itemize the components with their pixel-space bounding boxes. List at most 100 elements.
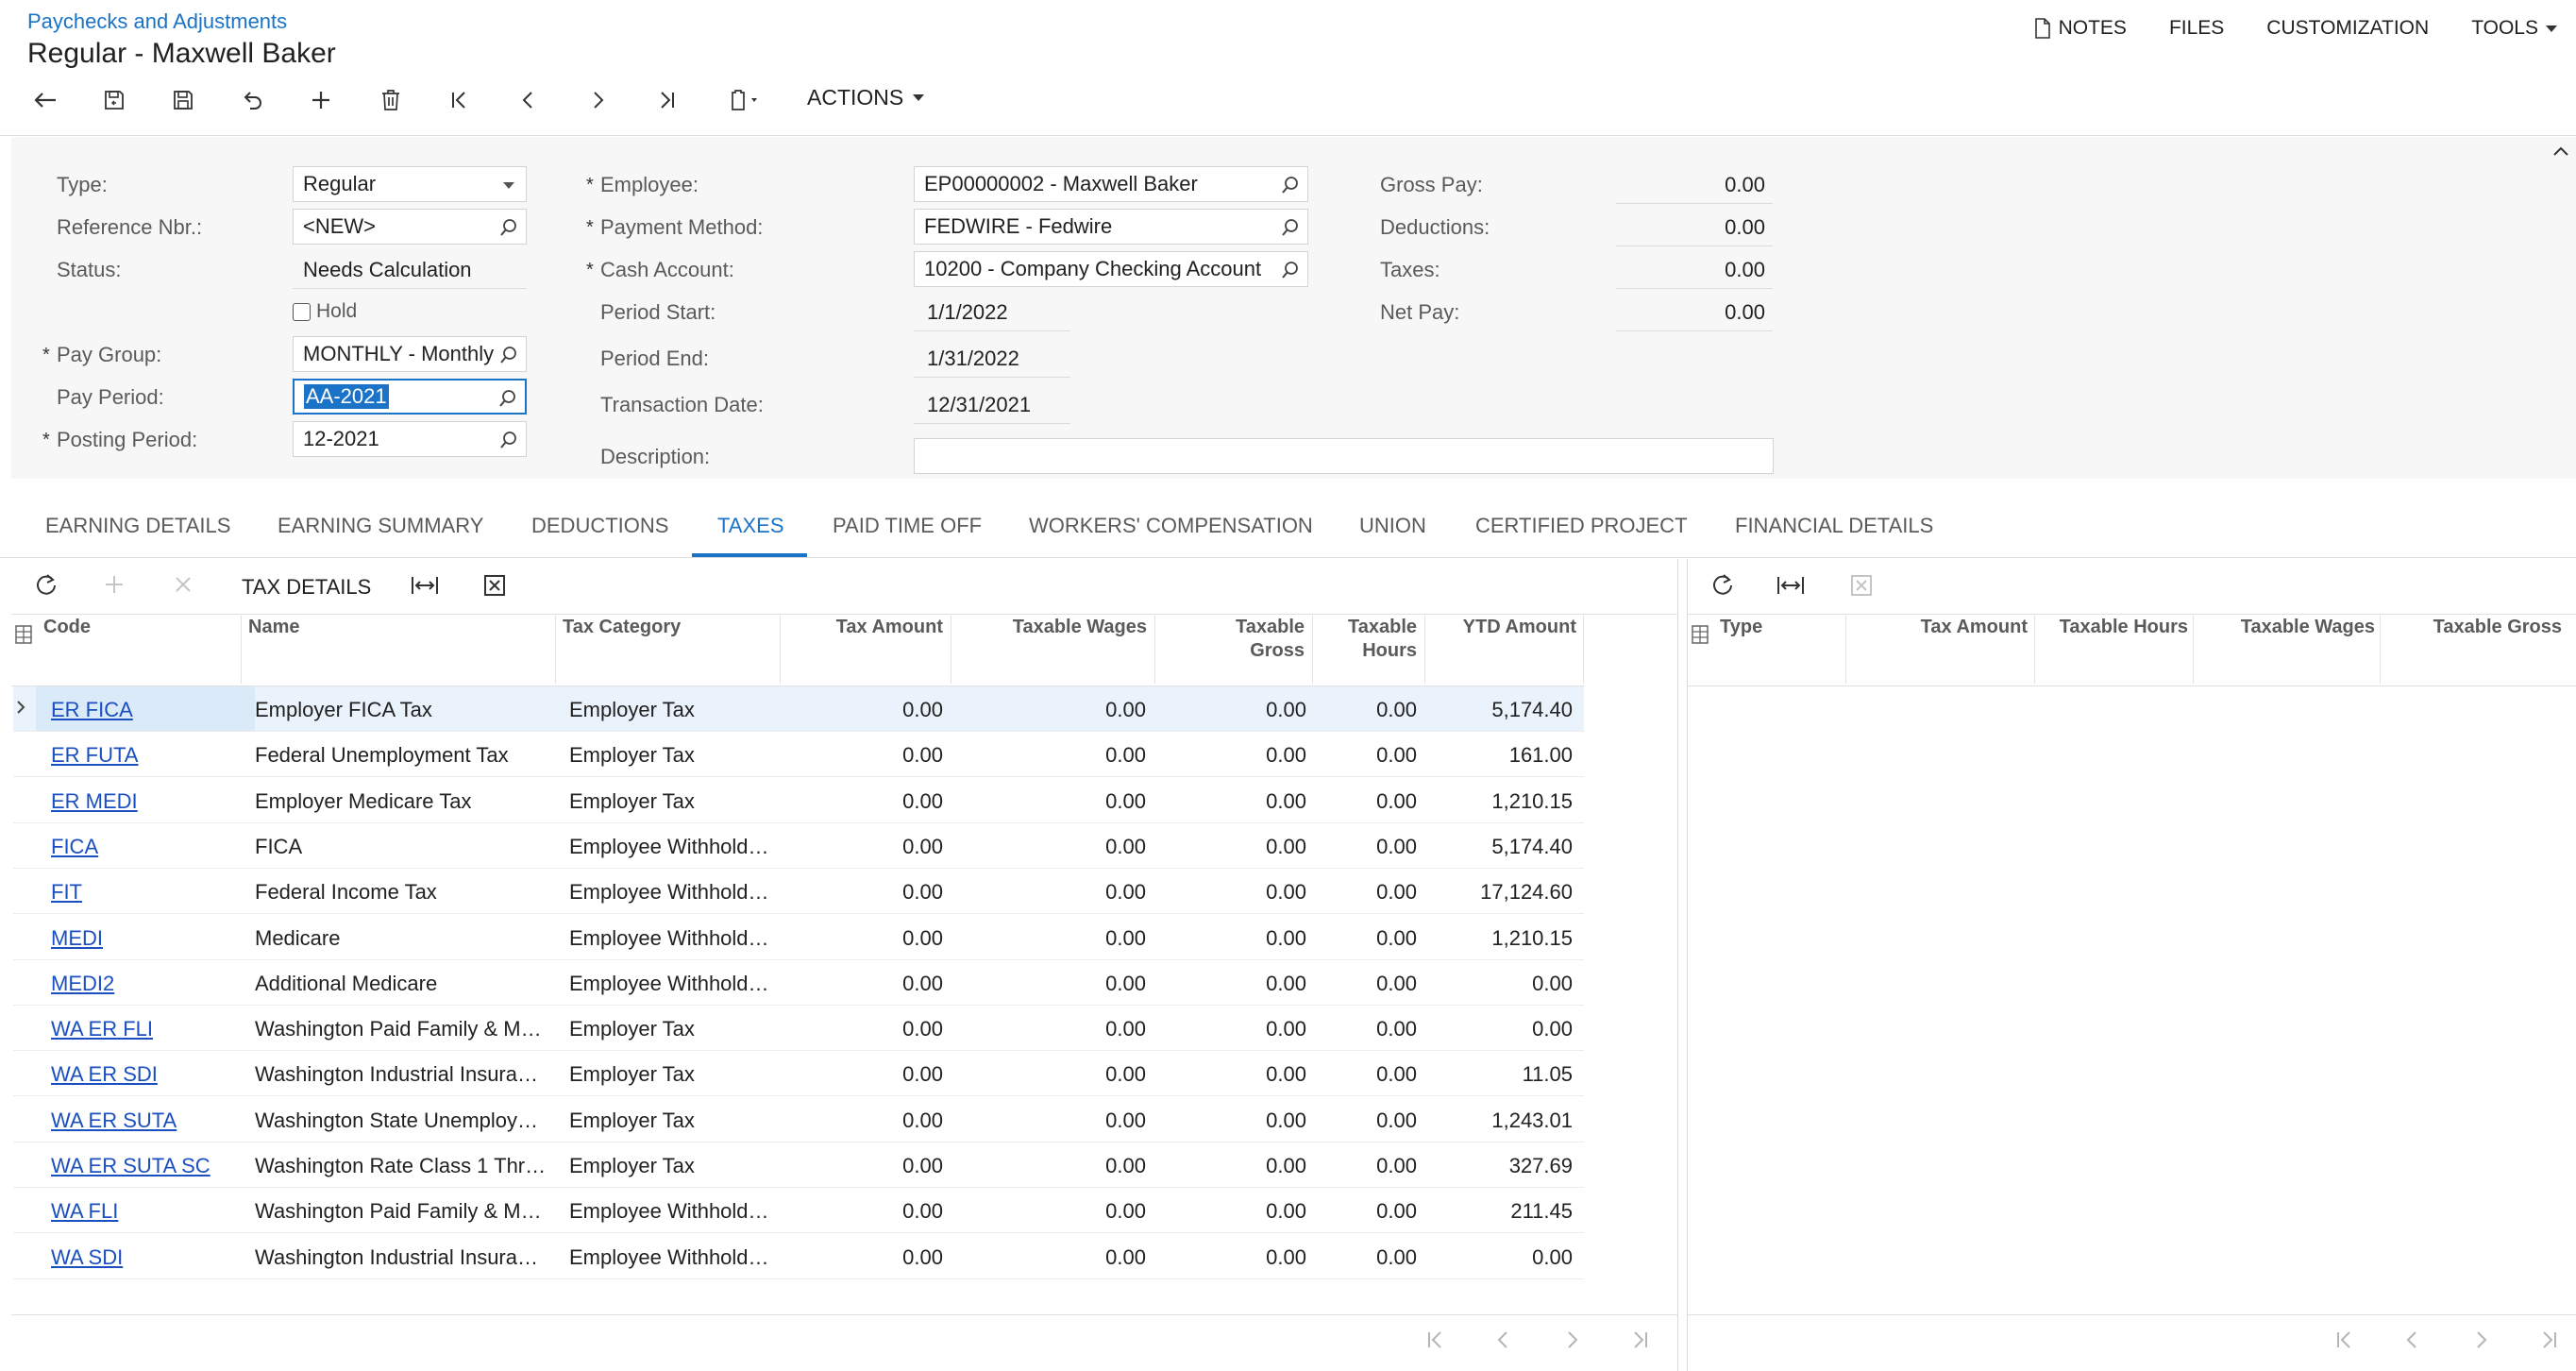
cell-code[interactable]: WA ER SDI [51,1062,249,1087]
col-tax-amount[interactable]: Tax Amount [783,616,943,639]
cell-code[interactable]: MEDI2 [51,972,249,996]
tax-code-link[interactable]: MEDI [51,926,103,950]
export-excel-button[interactable] [483,574,506,597]
tax-code-link[interactable]: FIT [51,880,82,904]
prev-page-icon[interactable] [1493,1329,1516,1350]
add-button[interactable] [300,79,342,121]
first-page-icon[interactable] [1425,1329,1448,1350]
search-icon[interactable] [499,431,518,449]
fit-columns-button[interactable] [411,575,439,596]
last-page-icon[interactable] [2538,1329,2561,1350]
employee-field[interactable]: EP00000002 - Maxwell Baker [914,166,1308,202]
fit-columns-button[interactable] [1776,575,1805,596]
col-taxable-gross[interactable]: Taxable Gross [1180,616,1305,663]
tax-code-link[interactable]: FICA [51,835,98,858]
search-icon[interactable] [1281,176,1300,195]
tax-code-link[interactable]: WA ER FLI [51,1017,153,1041]
col-taxable-wages[interactable]: Taxable Wages [2197,616,2375,639]
tax-code-link[interactable]: ER MEDI [51,789,138,813]
col-name[interactable]: Name [248,616,299,639]
tab-deductions[interactable]: DEDUCTIONS [531,514,668,538]
prev-page-icon[interactable] [2402,1329,2425,1350]
table-row[interactable]: WA ER SUTA SC Washington Rate Class 1 Thr… [13,1142,1584,1188]
tax-code-link[interactable]: MEDI2 [51,972,114,995]
cash-account-field[interactable]: 10200 - Company Checking Account [914,251,1308,287]
customization-link[interactable]: CUSTOMIZATION [2266,17,2429,40]
tab-workers-compensation[interactable]: WORKERS' COMPENSATION [1029,514,1313,538]
search-icon[interactable] [498,389,517,408]
export-excel-button[interactable] [1850,574,1873,597]
tab-certified-project[interactable]: CERTIFIED PROJECT [1475,514,1688,538]
files-link[interactable]: FILES [2169,17,2224,40]
tax-code-link[interactable]: ER FUTA [51,743,138,767]
col-taxable-hours[interactable]: Taxable Hours [1318,616,1417,663]
tab-union[interactable]: UNION [1359,514,1426,538]
last-page-icon[interactable] [1629,1329,1652,1350]
search-icon[interactable] [499,346,518,364]
pay-period-field[interactable]: AA-2021 [293,379,527,415]
type-select[interactable]: Regular [293,166,527,202]
col-tax-amount[interactable]: Tax Amount [1850,616,2028,639]
tab-paid-time-off[interactable]: PAID TIME OFF [833,514,982,538]
search-icon[interactable] [1281,218,1300,237]
next-page-icon[interactable] [2470,1329,2493,1350]
col-taxable-hours[interactable]: Taxable Hours [2037,616,2188,639]
first-record-button[interactable] [439,79,480,121]
tax-code-link[interactable]: WA FLI [51,1199,118,1223]
table-row[interactable]: FIT Federal Income Tax Employee Withhold… 0… [13,869,1584,915]
table-row[interactable]: MEDI Medicare Employee Withhold… 0.00 0.00 0.… [13,915,1584,960]
payment-method-field[interactable]: FEDWIRE - Fedwire [914,209,1308,245]
previous-record-button[interactable] [508,79,549,121]
tax-code-link[interactable]: WA ER SUTA SC [51,1154,210,1177]
table-row[interactable]: WA SDI Washington Industrial Insura… Emplo… [13,1234,1584,1279]
notes-link[interactable]: NOTES [2034,17,2127,40]
reference-nbr-field[interactable]: <NEW> [293,209,527,245]
save-and-close-button[interactable] [93,79,135,121]
collapse-chevron-icon[interactable] [2552,145,2569,157]
cell-code[interactable]: FICA [51,835,249,859]
cell-code[interactable]: ER MEDI [51,789,249,814]
table-row[interactable]: MEDI2 Additional Medicare Employee Withhol… [13,960,1584,1006]
undo-button[interactable] [231,79,273,121]
table-row[interactable]: WA ER SUTA Washington State Unemploy… Empl… [13,1097,1584,1142]
col-taxable-gross[interactable]: Taxable Gross [2384,616,2562,639]
next-record-button[interactable] [577,79,618,121]
next-page-icon[interactable] [1561,1329,1584,1350]
delete-row-button[interactable] [174,575,193,594]
col-taxable-wages[interactable]: Taxable Wages [953,616,1147,639]
pay-group-field[interactable]: MONTHLY - Monthly [293,336,527,372]
breadcrumb[interactable]: Paychecks and Adjustments [27,9,287,34]
tax-code-link[interactable]: WA ER SUTA [51,1109,177,1132]
table-row[interactable]: ER FICA Employer FICA Tax Employer Tax 0.00… [13,686,1584,732]
last-record-button[interactable] [646,79,687,121]
tax-code-link[interactable]: ER FICA [51,698,133,721]
tab-financial-details[interactable]: FINANCIAL DETAILS [1735,514,1933,538]
table-row[interactable]: WA ER FLI Washington Paid Family & M… Empl… [13,1006,1584,1052]
column-settings-icon[interactable] [15,625,32,644]
checkbox-box[interactable] [293,302,311,321]
tax-code-link[interactable]: WA ER SDI [51,1062,158,1086]
description-field[interactable] [914,438,1774,474]
table-row[interactable]: FICA FICA Employee Withhold… 0.00 0.00 0.00 0.… [13,823,1584,869]
hold-checkbox[interactable]: Hold [293,300,357,323]
tab-earning-summary[interactable]: EARNING SUMMARY [278,514,483,538]
cell-code[interactable]: WA ER SUTA [51,1109,249,1133]
tools-link[interactable]: TOOLS [2471,17,2557,40]
search-icon[interactable] [499,218,518,237]
cell-code[interactable]: WA ER FLI [51,1017,249,1041]
cell-code[interactable]: WA ER SUTA SC [51,1154,249,1178]
tab-earning-details[interactable]: EARNING DETAILS [45,514,230,538]
col-code[interactable]: Code [43,616,91,639]
table-row[interactable]: ER MEDI Employer Medicare Tax Employer Tax… [13,778,1584,823]
delete-button[interactable] [370,79,412,121]
refresh-button[interactable] [1710,572,1735,597]
save-button[interactable] [162,79,204,121]
cell-code[interactable]: WA FLI [51,1199,249,1224]
refresh-button[interactable] [34,572,59,597]
search-icon[interactable] [1281,261,1300,279]
cell-code[interactable]: FIT [51,880,249,905]
posting-period-field[interactable]: 12-2021 [293,421,527,457]
back-button[interactable] [25,79,66,121]
col-type[interactable]: Type [1720,616,1762,639]
clipboard-button[interactable] [719,79,776,121]
